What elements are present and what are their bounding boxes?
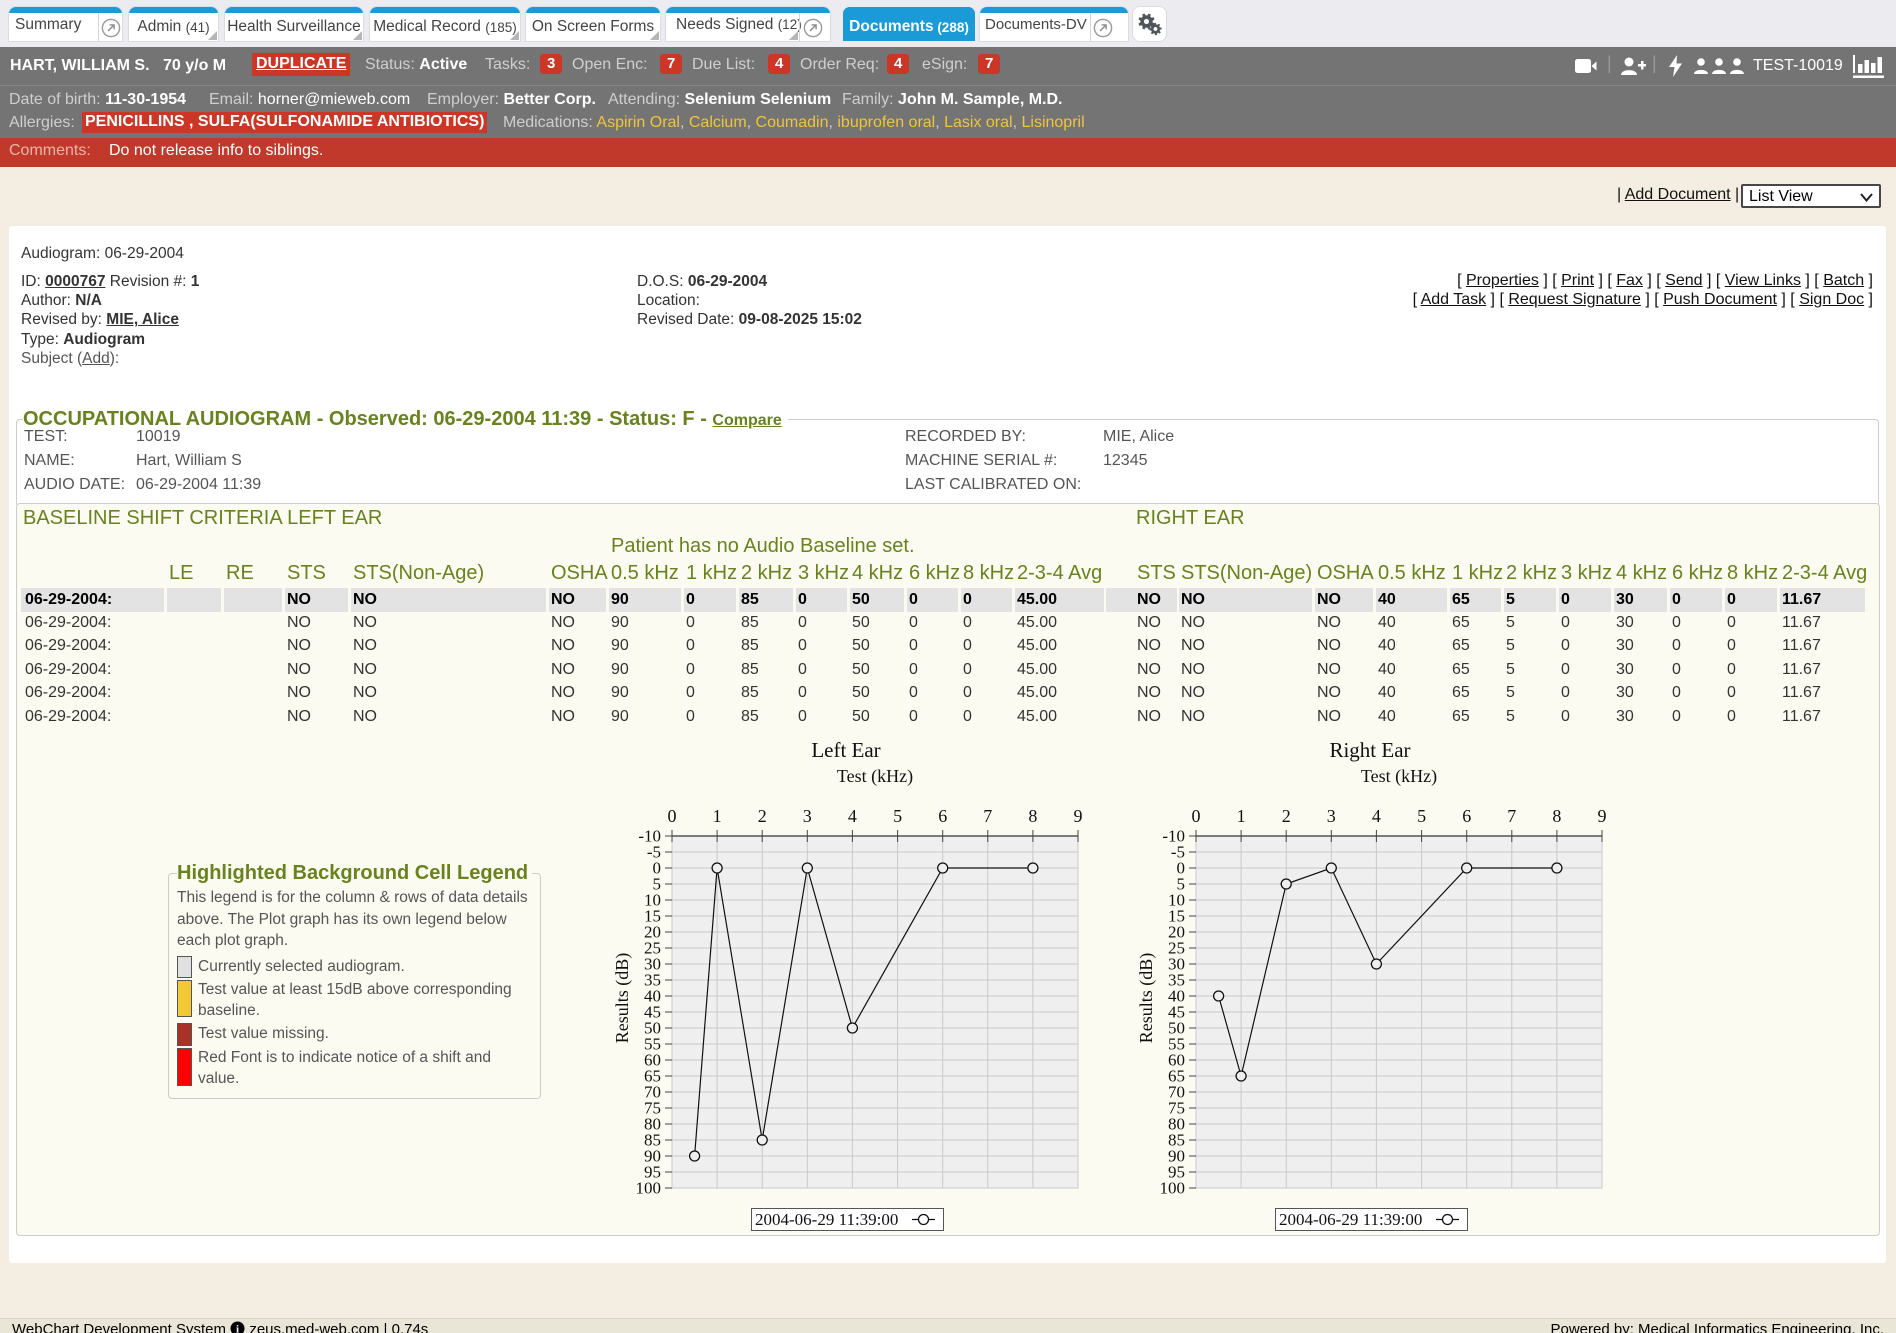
svg-text:9: 9 [1598, 806, 1607, 826]
svg-text:100: 100 [1160, 1179, 1186, 1198]
svg-text:6: 6 [1462, 806, 1471, 826]
svg-text:100: 100 [636, 1179, 662, 1198]
svg-text:0: 0 [1192, 806, 1201, 826]
svg-text:6: 6 [938, 806, 947, 826]
svg-text:2: 2 [758, 806, 767, 826]
svg-text:Right Ear: Right Ear [1329, 738, 1410, 762]
svg-text:2: 2 [1282, 806, 1291, 826]
svg-text:0: 0 [668, 806, 677, 826]
svg-text:i: i [236, 1323, 239, 1333]
svg-text:4: 4 [1372, 806, 1381, 826]
svg-text:Test (kHz): Test (kHz) [837, 766, 913, 787]
svg-text:Results (dB): Results (dB) [612, 953, 633, 1044]
svg-text:Left Ear: Left Ear [811, 738, 880, 762]
svg-text:8: 8 [1552, 806, 1561, 826]
svg-text:7: 7 [1507, 806, 1516, 826]
svg-text:2004-06-29 11:39:00: 2004-06-29 11:39:00 [1279, 1210, 1422, 1229]
svg-text:Results (dB): Results (dB) [1136, 953, 1157, 1044]
svg-text:8: 8 [1028, 806, 1037, 826]
svg-text:5: 5 [893, 806, 902, 826]
svg-text:1: 1 [713, 806, 722, 826]
svg-text:9: 9 [1074, 806, 1083, 826]
svg-text:3: 3 [803, 806, 812, 826]
svg-text:7: 7 [983, 806, 992, 826]
svg-text:2004-06-29 11:39:00: 2004-06-29 11:39:00 [755, 1210, 898, 1229]
svg-text:3: 3 [1327, 806, 1336, 826]
svg-text:Test (kHz): Test (kHz) [1361, 766, 1437, 787]
svg-text:5: 5 [1417, 806, 1426, 826]
svg-text:1: 1 [1237, 806, 1246, 826]
svg-text:4: 4 [848, 806, 857, 826]
